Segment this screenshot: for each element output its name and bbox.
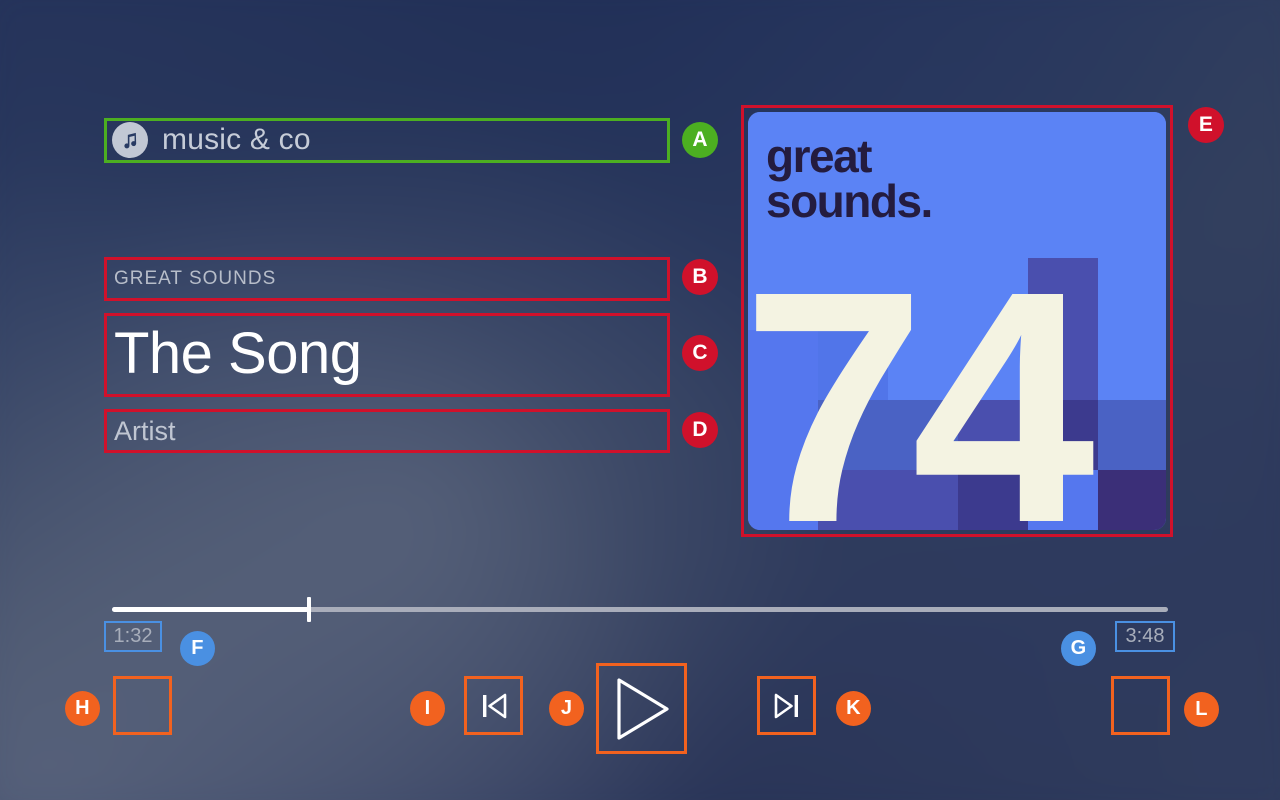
total-time: 3:48 [1115,621,1175,652]
annotation-marker-b: B [682,259,718,295]
annotation-marker-e: E [1188,107,1224,143]
annotation-marker-g: G [1061,631,1096,666]
annotation-box-j [596,663,687,754]
annotation-marker-j: J [549,691,584,726]
elapsed-time: 1:32 [104,621,162,652]
annotation-marker-d: D [682,412,718,448]
annotation-marker-f: F [180,631,215,666]
progress-bar[interactable] [112,597,1168,622]
annotation-box-e [741,105,1173,537]
annotation-box-k [757,676,816,735]
annotation-marker-h: H [65,691,100,726]
annotation-box-i [464,676,523,735]
progress-thumb[interactable] [307,597,312,622]
annotation-box-l [1111,676,1170,735]
annotation-marker-c: C [682,335,718,371]
annotation-box-d [104,409,670,453]
annotation-marker-a: A [682,122,718,158]
annotation-marker-i: I [410,691,445,726]
annotation-box-c [104,313,670,397]
progress-fill [112,607,310,612]
player-screen: music & co A GREAT SOUNDS B The Song C A… [0,0,1280,800]
annotation-box-h [113,676,172,735]
annotation-box-b [104,257,670,301]
annotation-marker-k: K [836,691,871,726]
annotation-marker-l: L [1184,692,1219,727]
annotation-box-a [104,118,670,163]
